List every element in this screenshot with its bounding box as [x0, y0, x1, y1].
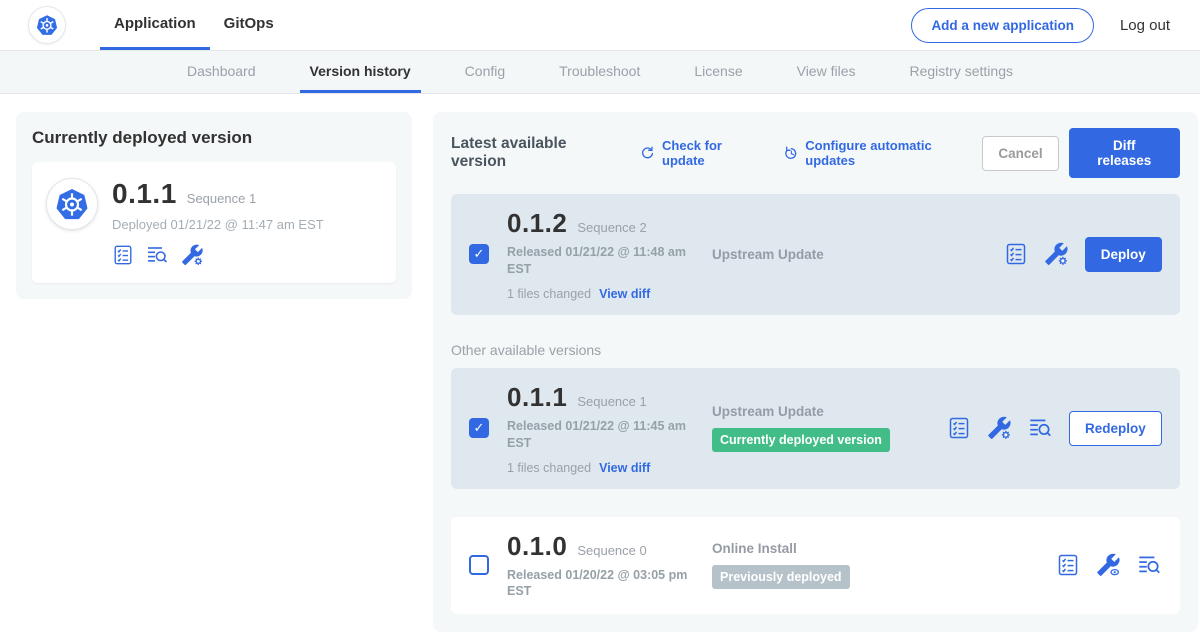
checklist-icon[interactable]: [947, 416, 971, 440]
deployed-timestamp: Deployed 01/21/22 @ 11:47 am EST: [112, 217, 324, 232]
lines-magnifier-icon[interactable]: [145, 243, 169, 267]
latest-panel-header: Latest available version Check for updat…: [451, 128, 1180, 178]
sequence-label: Sequence 2: [577, 220, 646, 235]
clock-refresh-icon: [783, 145, 800, 162]
tab-registry-settings[interactable]: Registry settings: [900, 51, 1023, 93]
version-checkbox[interactable]: ✓: [469, 244, 489, 264]
version-source-label: Upstream Update: [712, 247, 947, 262]
latest-available-title: Latest available version: [451, 135, 623, 171]
tab-application[interactable]: Application: [100, 0, 210, 50]
released-timestamp: Released 01/20/22 @ 03:05 pm EST: [507, 567, 707, 601]
diff-releases-button[interactable]: Diff releases: [1069, 128, 1180, 178]
version-source-label: Upstream Update: [712, 404, 947, 419]
configure-automatic-updates-label: Configure automatic updates: [805, 138, 982, 168]
wrench-gear-icon[interactable]: [180, 243, 204, 267]
version-row-0-1-0: 0.1.0 Sequence 0 Released 01/20/22 @ 03:…: [451, 517, 1180, 615]
version-number: 0.1.0: [507, 531, 567, 562]
version-checkbox[interactable]: ✓: [469, 418, 489, 438]
lines-magnifier-icon[interactable]: [1027, 415, 1053, 441]
currently-deployed-panel: Currently deployed version 0.1.1 Sequenc…: [16, 112, 412, 299]
version-row-0-1-2: ✓ 0.1.2 Sequence 2 Released 01/21/22 @ 1…: [451, 194, 1180, 315]
lines-magnifier-icon[interactable]: [1136, 552, 1162, 578]
other-available-versions-label: Other available versions: [451, 342, 1180, 358]
sequence-label: Sequence 0: [577, 543, 646, 558]
files-changed-label: 1 files changed: [507, 461, 591, 475]
check-for-update-label: Check for update: [662, 138, 767, 168]
app-sub-nav: Dashboard Version history Config Trouble…: [0, 50, 1200, 94]
refresh-icon: [639, 145, 656, 162]
wrench-gear-icon[interactable]: [1043, 241, 1069, 267]
currently-deployed-title: Currently deployed version: [32, 128, 396, 148]
previously-deployed-badge: Previously deployed: [712, 565, 850, 589]
main-content: Currently deployed version 0.1.1 Sequenc…: [0, 94, 1200, 634]
view-diff-link[interactable]: View diff: [599, 461, 650, 475]
checklist-icon[interactable]: [1056, 553, 1080, 577]
tab-license[interactable]: License: [684, 51, 752, 93]
tab-troubleshoot[interactable]: Troubleshoot: [549, 51, 650, 93]
deployed-version-number: 0.1.1: [112, 178, 177, 210]
kubernetes-app-icon: [46, 178, 98, 230]
version-number: 0.1.2: [507, 208, 567, 239]
check-for-update-link[interactable]: Check for update: [639, 138, 766, 168]
redeploy-button[interactable]: Redeploy: [1069, 411, 1162, 446]
configure-automatic-updates-link[interactable]: Configure automatic updates: [783, 138, 983, 168]
version-checkbox[interactable]: [469, 555, 489, 575]
logout-link[interactable]: Log out: [1120, 17, 1170, 34]
tab-view-files[interactable]: View files: [787, 51, 866, 93]
checklist-icon[interactable]: [112, 244, 134, 266]
deployed-sequence-label: Sequence 1: [187, 191, 256, 206]
tab-gitops[interactable]: GitOps: [210, 0, 288, 50]
deployed-version-card: 0.1.1 Sequence 1 Deployed 01/21/22 @ 11:…: [32, 162, 396, 283]
cancel-button[interactable]: Cancel: [982, 136, 1058, 171]
add-new-application-button[interactable]: Add a new application: [911, 8, 1094, 43]
files-changed-label: 1 files changed: [507, 287, 591, 301]
currently-deployed-badge: Currently deployed version: [712, 428, 890, 452]
deploy-button[interactable]: Deploy: [1085, 237, 1162, 272]
wrench-gear-icon[interactable]: [986, 415, 1012, 441]
tab-dashboard[interactable]: Dashboard: [177, 51, 266, 93]
latest-available-panel: Latest available version Check for updat…: [433, 112, 1198, 632]
checklist-icon[interactable]: [1004, 242, 1028, 266]
wrench-eye-icon[interactable]: [1095, 552, 1121, 578]
released-timestamp: Released 01/21/22 @ 11:45 am EST: [507, 418, 707, 452]
version-row-0-1-1: ✓ 0.1.1 Sequence 1 Released 01/21/22 @ 1…: [451, 368, 1180, 489]
version-source-label: Online Install: [712, 541, 947, 556]
sequence-label: Sequence 1: [577, 394, 646, 409]
version-number: 0.1.1: [507, 382, 567, 413]
top-nav-bar: Application GitOps Add a new application…: [0, 0, 1200, 50]
tab-config[interactable]: Config: [455, 51, 515, 93]
released-timestamp: Released 01/21/22 @ 11:48 am EST: [507, 244, 707, 278]
tab-version-history[interactable]: Version history: [300, 51, 421, 93]
view-diff-link[interactable]: View diff: [599, 287, 650, 301]
kubernetes-logo: [28, 6, 66, 44]
